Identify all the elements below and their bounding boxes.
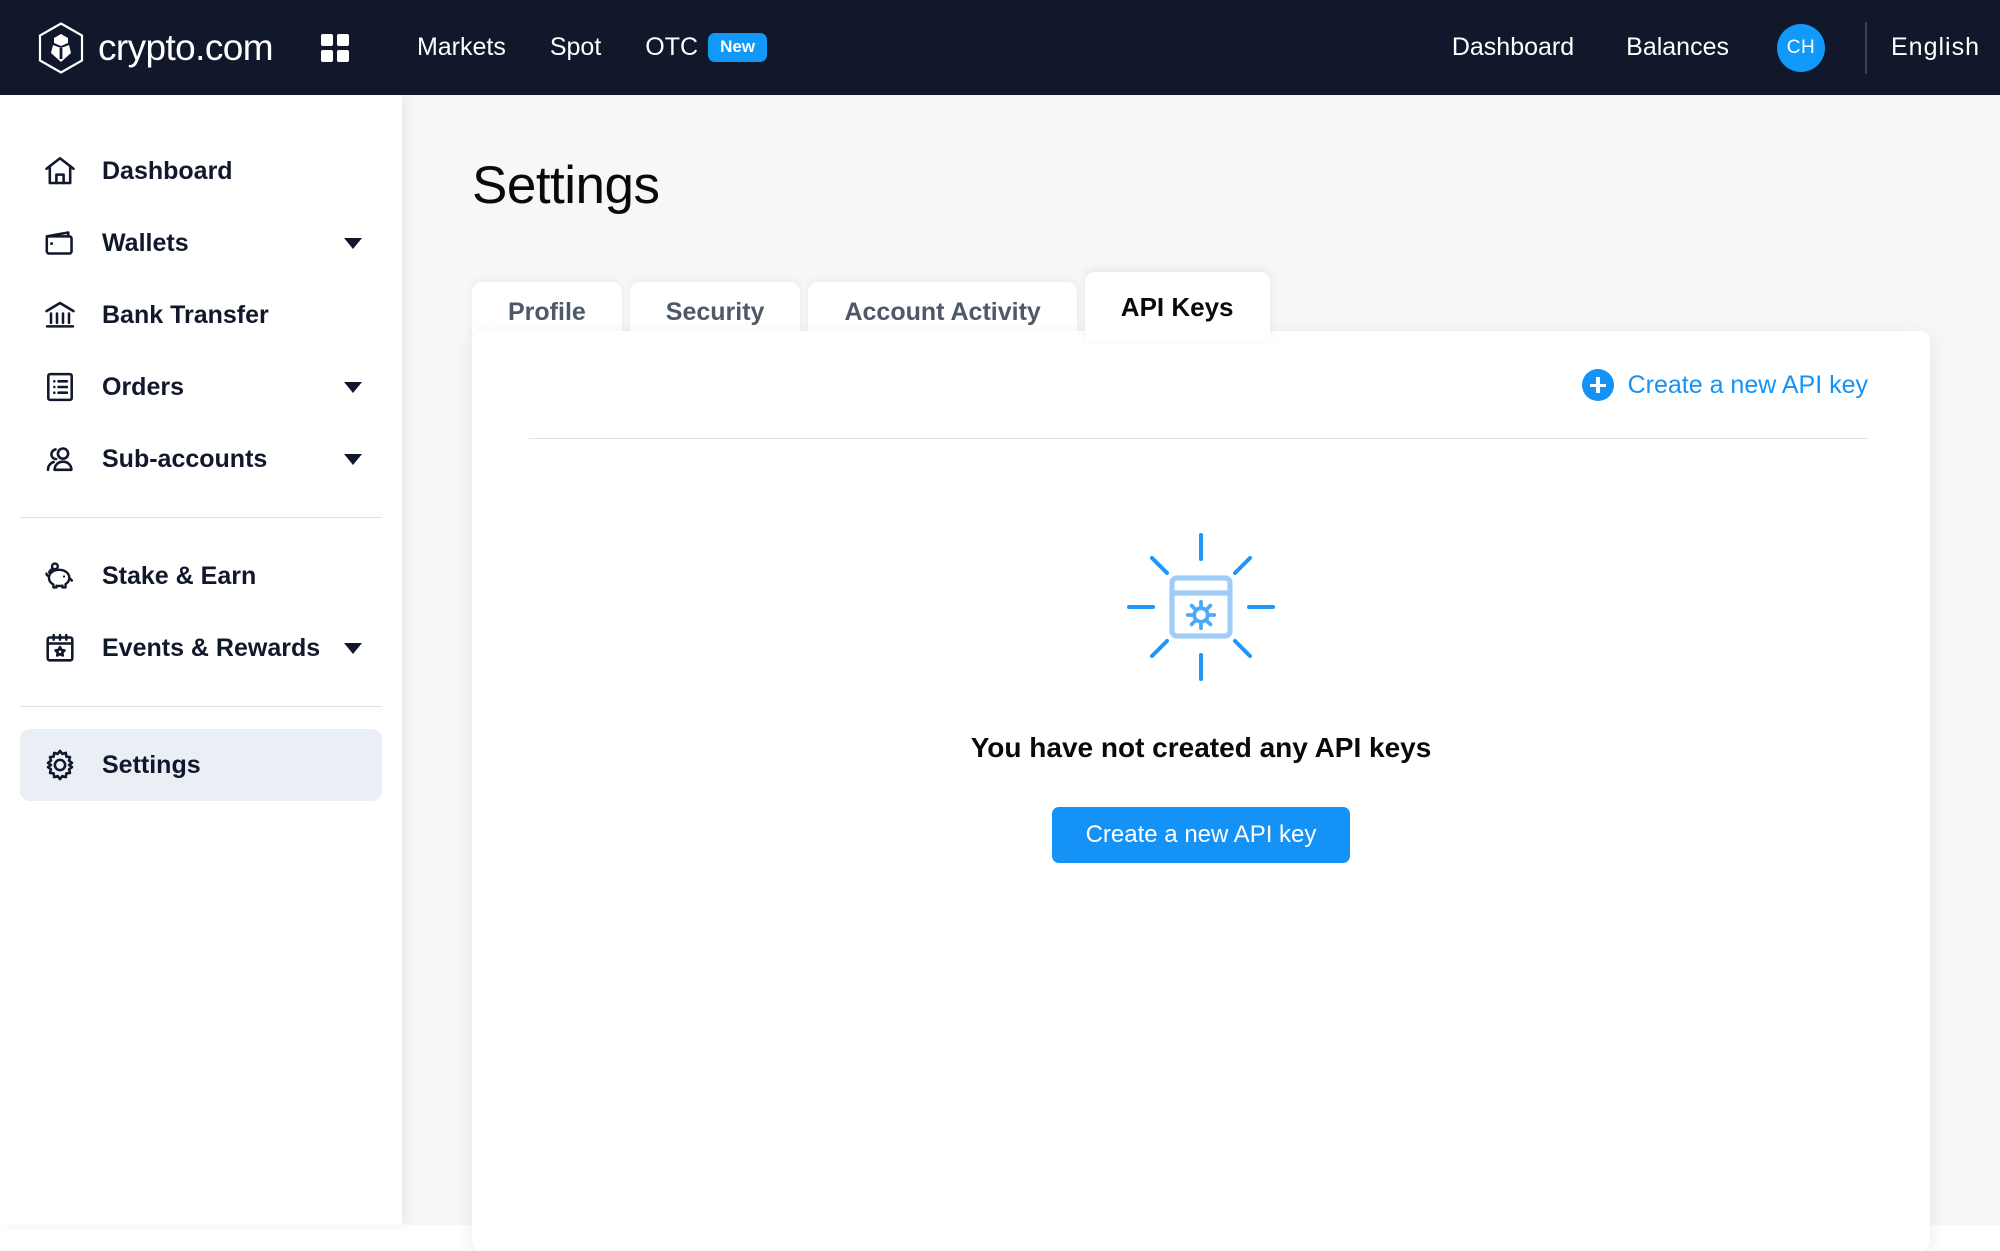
tab-label: Security [665, 297, 765, 326]
sidebar-item-events-rewards[interactable]: Events & Rewards [20, 612, 382, 684]
grid-cell [320, 49, 333, 62]
sidebar-item-settings[interactable]: Settings [20, 729, 382, 801]
sidebar-item-label: Settings [102, 750, 201, 779]
nav-link-otc[interactable]: OTC [623, 33, 720, 62]
secondary-nav-links: Dashboard Balances CH English [1426, 0, 2000, 95]
tab-label: Account Activity [844, 297, 1041, 326]
brand-logo-link[interactable]: crypto.com [38, 21, 274, 74]
sidebar: Dashboard Wallets Bank Transfer Orders S… [0, 95, 402, 1225]
users-icon [40, 439, 80, 479]
create-api-key-link-label: Create a new API key [1627, 370, 1868, 399]
sidebar-item-label: Orders [102, 372, 184, 401]
nav-link-spot[interactable]: Spot [528, 33, 623, 62]
bank-icon [40, 295, 80, 335]
piggy-bank-icon [40, 556, 80, 596]
top-navigation-bar: crypto.com Markets Spot OTC New Dashboar… [0, 0, 2000, 95]
grid-cell [336, 33, 349, 46]
sidebar-item-label: Sub-accounts [102, 444, 268, 473]
home-icon [40, 151, 80, 191]
sidebar-item-label: Events & Rewards [102, 633, 321, 662]
plus-circle-icon [1581, 369, 1614, 401]
sidebar-divider [20, 517, 382, 518]
empty-state-title: You have not created any API keys [970, 732, 1432, 763]
empty-state: You have not created any API keys Create… [472, 527, 1930, 863]
sidebar-item-stake-earn[interactable]: Stake & Earn [20, 540, 382, 612]
wallet-icon [40, 223, 80, 263]
nav-divider [1865, 21, 1867, 74]
nav-link-markets[interactable]: Markets [395, 33, 528, 62]
create-api-key-button[interactable]: Create a new API key [1051, 807, 1351, 863]
nav-link-balances[interactable]: Balances [1600, 33, 1755, 62]
gear-icon [40, 745, 80, 785]
primary-nav-links: Markets Spot OTC New [395, 33, 768, 62]
main-content: Settings Profile Security Account Activi… [402, 95, 2000, 1251]
grid-apps-icon[interactable] [320, 33, 349, 62]
sidebar-item-wallets[interactable]: Wallets [20, 207, 382, 279]
create-api-key-link[interactable]: Create a new API key [1581, 369, 1868, 401]
chevron-down-icon[interactable] [344, 453, 362, 465]
sidebar-item-sub-accounts[interactable]: Sub-accounts [20, 423, 382, 495]
brand-name: crypto.com [98, 26, 274, 68]
api-keys-panel: Create a new API key You have not create… [472, 331, 1930, 1251]
orders-icon [40, 367, 80, 407]
calendar-star-icon [40, 628, 80, 668]
otc-new-badge: New [708, 33, 768, 62]
language-selector[interactable]: English [1891, 33, 2000, 62]
chevron-down-icon[interactable] [344, 237, 362, 249]
panel-divider [529, 438, 1868, 439]
grid-cell [320, 33, 333, 46]
avatar[interactable]: CH [1777, 23, 1825, 72]
tab-api-keys[interactable]: API Keys [1084, 272, 1270, 342]
sidebar-item-dashboard[interactable]: Dashboard [20, 135, 382, 207]
page-title: Settings [472, 156, 660, 215]
grid-cell [336, 49, 349, 62]
browser-gear-rays-icon [1121, 527, 1281, 692]
tab-label: API Keys [1120, 291, 1234, 322]
sidebar-item-label: Stake & Earn [102, 561, 257, 590]
sidebar-item-label: Bank Transfer [102, 300, 269, 329]
chevron-down-icon[interactable] [344, 642, 362, 654]
sidebar-item-label: Wallets [102, 228, 189, 257]
crypto-com-logo-icon [38, 21, 84, 74]
nav-link-dashboard[interactable]: Dashboard [1426, 33, 1600, 62]
sidebar-item-bank-transfer[interactable]: Bank Transfer [20, 279, 382, 351]
sidebar-item-label: Dashboard [102, 156, 233, 185]
sidebar-item-orders[interactable]: Orders [20, 351, 382, 423]
chevron-down-icon[interactable] [344, 381, 362, 393]
tab-label: Profile [508, 297, 586, 326]
sidebar-divider [20, 706, 382, 707]
